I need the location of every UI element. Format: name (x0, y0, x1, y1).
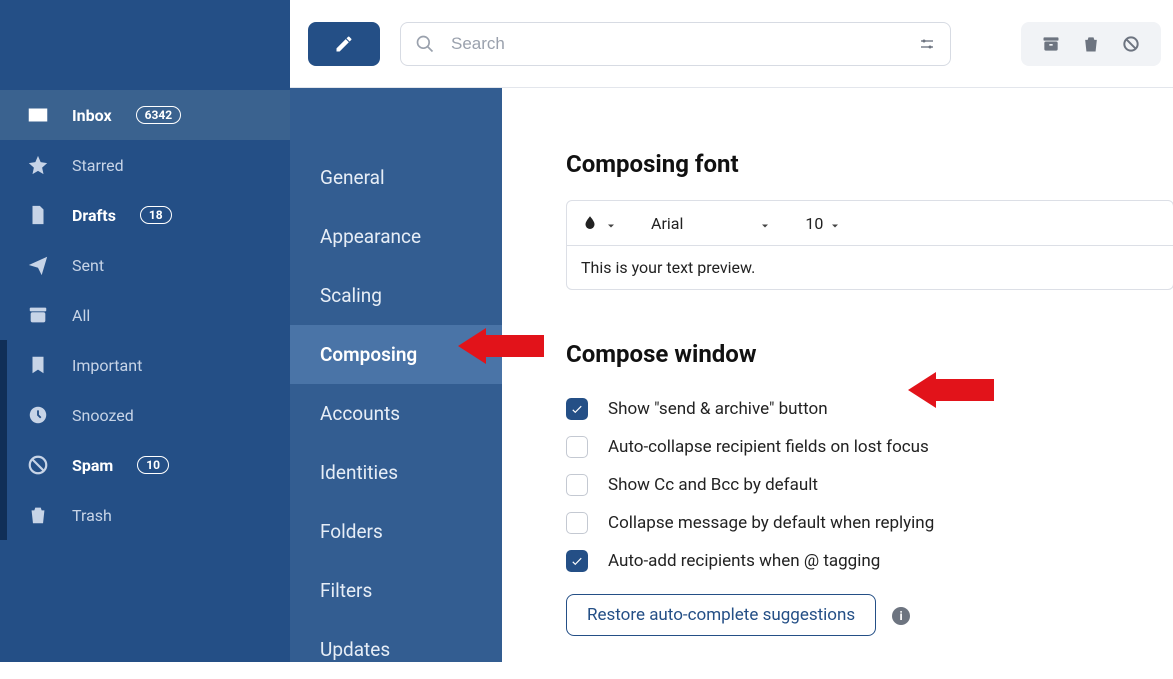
chevron-down-icon (759, 220, 771, 232)
sidebar-badge: 6342 (136, 106, 182, 124)
sidebar-item-important[interactable]: Important (0, 340, 290, 390)
sidebar-label: Important (72, 356, 142, 375)
checkbox[interactable] (566, 398, 588, 420)
sidebar-label: All (72, 306, 90, 325)
option-collapse-reply[interactable]: Collapse message by default when replyin… (566, 504, 1173, 542)
font-preview-box: Arial 10 This is your text preview. (566, 200, 1173, 290)
restore-suggestions-button[interactable]: Restore auto-complete suggestions (566, 594, 876, 636)
archive-icon (26, 303, 50, 327)
option-cc-bcc[interactable]: Show Cc and Bcc by default (566, 466, 1173, 504)
sidebar-item-spam[interactable]: Spam 10 (0, 440, 290, 490)
clock-icon (26, 403, 50, 427)
check-icon (570, 554, 584, 568)
sidebar-badge: 18 (140, 206, 172, 224)
settings-item-identities[interactable]: Identities (290, 443, 502, 502)
sidebar-label: Starred (72, 156, 124, 175)
settings-item-general[interactable]: General (290, 148, 502, 207)
paper-plane-icon (26, 253, 50, 277)
sidebar-label: Trash (72, 506, 112, 525)
option-auto-add[interactable]: Auto-add recipients when @ tagging (566, 542, 1173, 580)
compose-button[interactable] (308, 22, 380, 66)
settings-nav: General Appearance Scaling Composing Acc… (290, 88, 502, 662)
sidebar-item-trash[interactable]: Trash (0, 490, 290, 540)
settings-item-folders[interactable]: Folders (290, 502, 502, 561)
spam-icon (26, 453, 50, 477)
star-icon (26, 153, 50, 177)
settings-item-filters[interactable]: Filters (290, 561, 502, 620)
chevron-down-icon (605, 220, 617, 232)
search-icon (415, 34, 435, 54)
archive-button[interactable] (1031, 28, 1071, 60)
sidebar-label: Spam (72, 456, 113, 475)
sidebar-label: Inbox (72, 106, 112, 125)
settings-item-appearance[interactable]: Appearance (290, 207, 502, 266)
option-auto-collapse[interactable]: Auto-collapse recipient fields on lost f… (566, 428, 1173, 466)
info-icon[interactable]: i (892, 607, 910, 625)
font-family-dropdown[interactable]: Arial (651, 214, 771, 233)
font-color-dropdown[interactable] (581, 214, 617, 232)
sidebar-item-snoozed[interactable]: Snoozed (0, 390, 290, 440)
option-label: Auto-collapse recipient fields on lost f… (608, 437, 929, 457)
settings-item-scaling[interactable]: Scaling (290, 266, 502, 325)
sidebar-item-sent[interactable]: Sent (0, 240, 290, 290)
settings-item-updates[interactable]: Updates (290, 620, 502, 679)
sidebar-scrollbar[interactable] (0, 340, 7, 540)
trash-button[interactable] (1071, 28, 1111, 60)
settings-content: Composing font Arial 10 This is your tex… (502, 88, 1173, 662)
sidebar: Inbox 6342 Starred Drafts 18 Sent All Im… (0, 0, 290, 662)
sidebar-item-drafts[interactable]: Drafts 18 (0, 190, 290, 240)
settings-item-composing[interactable]: Composing (290, 325, 502, 384)
option-label: Collapse message by default when replyin… (608, 513, 934, 533)
font-size-dropdown[interactable]: 10 (805, 214, 841, 233)
sidebar-badge: 10 (137, 456, 169, 474)
search-input[interactable] (449, 33, 904, 55)
sidebar-item-all[interactable]: All (0, 290, 290, 340)
compose-window-title: Compose window (566, 340, 1173, 368)
checkbox[interactable] (566, 474, 588, 496)
file-icon (26, 203, 50, 227)
block-button[interactable] (1111, 28, 1151, 60)
option-label: Show "send & archive" button (608, 399, 828, 419)
chevron-down-icon (829, 220, 841, 232)
sidebar-item-starred[interactable]: Starred (0, 140, 290, 190)
checkbox[interactable] (566, 550, 588, 572)
composing-font-title: Composing font (566, 150, 1173, 178)
pencil-icon (334, 34, 354, 54)
checkbox[interactable] (566, 512, 588, 534)
bookmark-icon (26, 353, 50, 377)
sidebar-label: Snoozed (72, 406, 134, 425)
font-family-value: Arial (651, 214, 683, 233)
sidebar-label: Drafts (72, 206, 116, 225)
sidebar-label: Sent (72, 256, 104, 275)
trash-icon (26, 503, 50, 527)
droplet-icon (581, 214, 599, 232)
check-icon (570, 402, 584, 416)
checkbox[interactable] (566, 436, 588, 458)
topbar-actions (1021, 22, 1161, 66)
inbox-icon (26, 103, 50, 127)
filter-icon[interactable] (918, 35, 936, 53)
option-label: Auto-add recipients when @ tagging (608, 551, 880, 571)
sidebar-item-inbox[interactable]: Inbox 6342 (0, 90, 290, 140)
topbar (290, 0, 1173, 88)
font-preview-text: This is your text preview. (567, 245, 1173, 289)
option-label: Show Cc and Bcc by default (608, 475, 818, 495)
settings-item-accounts[interactable]: Accounts (290, 384, 502, 443)
option-send-archive[interactable]: Show "send & archive" button (566, 390, 1173, 428)
search-field[interactable] (400, 22, 951, 66)
font-size-value: 10 (805, 214, 823, 233)
